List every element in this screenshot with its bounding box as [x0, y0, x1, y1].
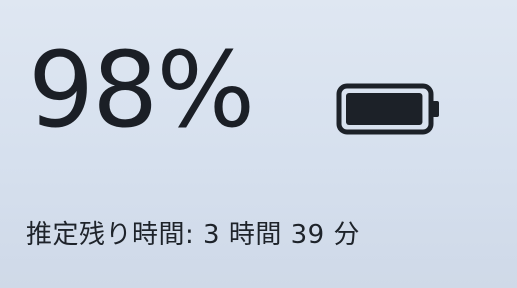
battery-icon [336, 83, 442, 135]
battery-flyout: 98% 推定残り時間: 3 時間 39 分 [0, 0, 517, 288]
battery-percentage: 98% [28, 29, 255, 151]
remaining-time-estimate: 推定残り時間: 3 時間 39 分 [26, 220, 360, 250]
battery-fill-level [346, 93, 423, 125]
